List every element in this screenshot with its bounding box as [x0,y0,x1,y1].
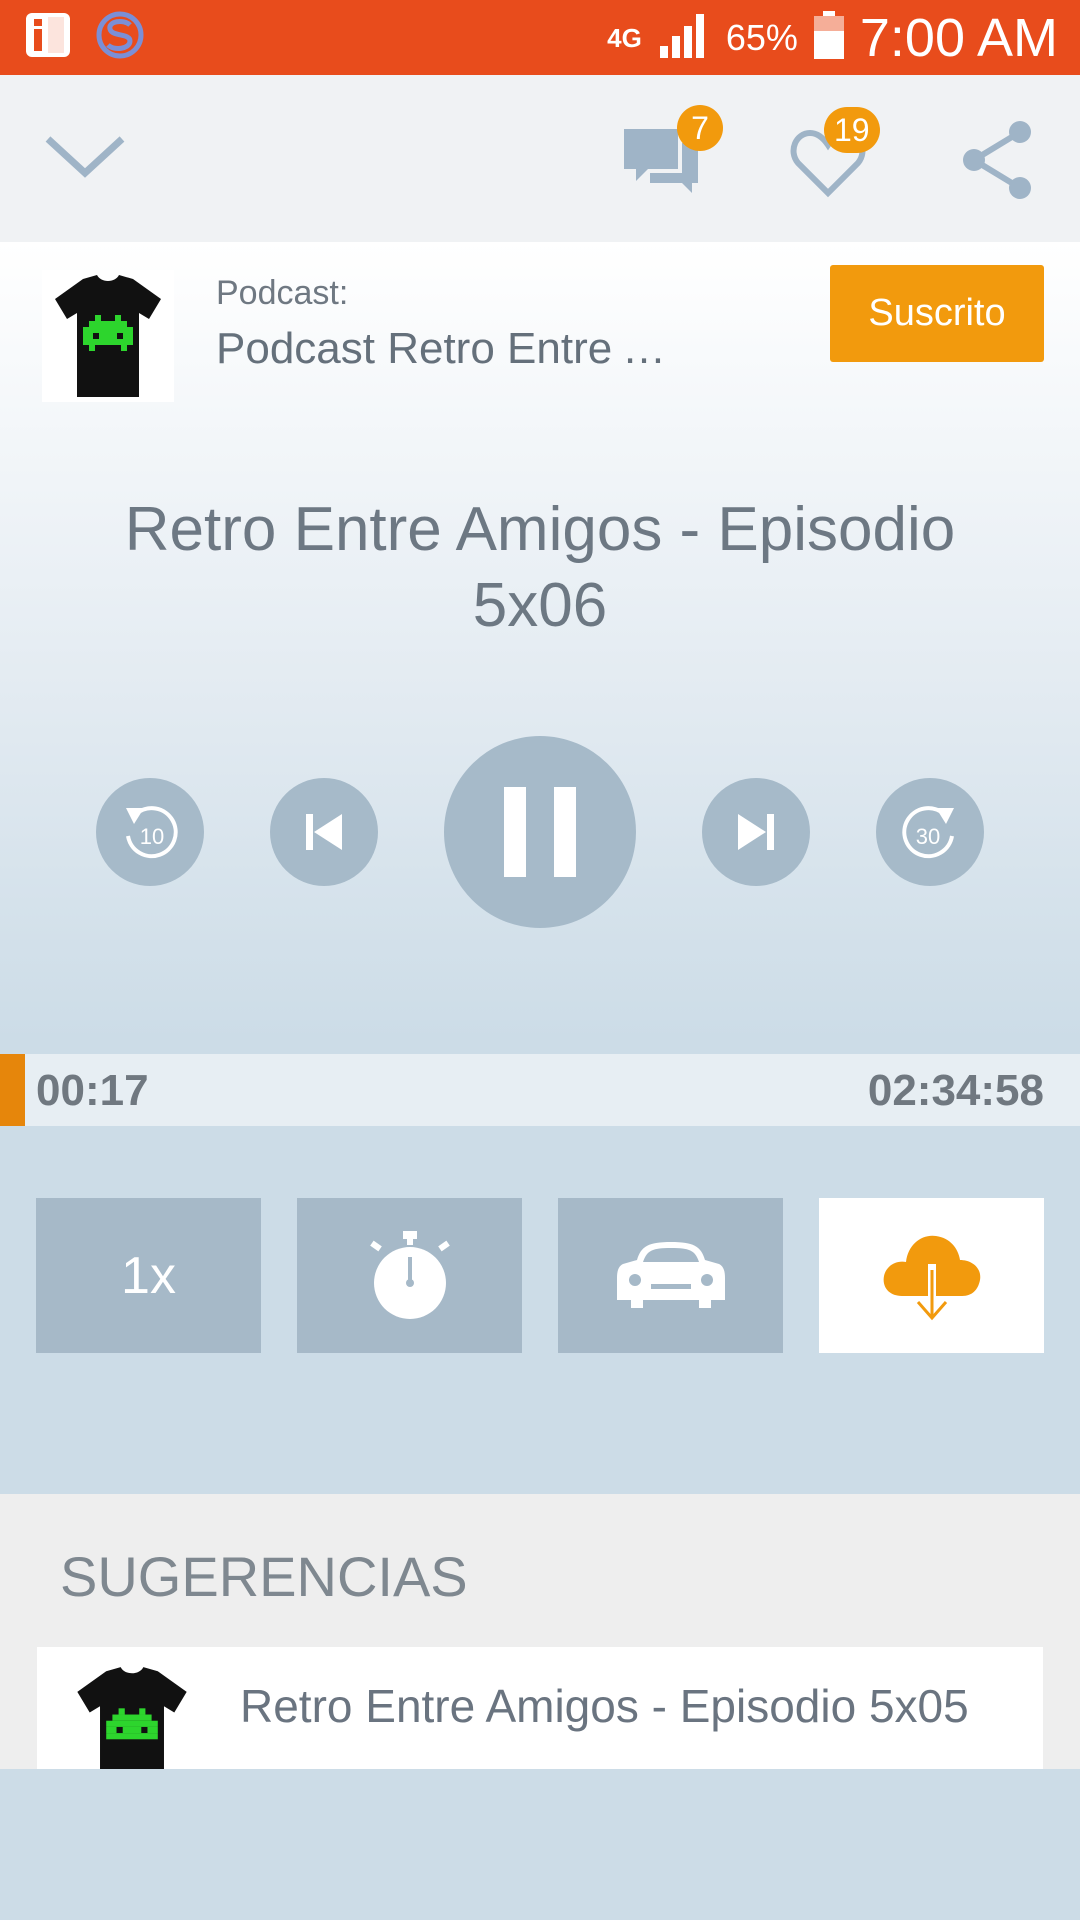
sleep-timer-button[interactable] [297,1198,522,1353]
heart-outline-icon [790,129,866,203]
like-button[interactable]: 19 [790,107,880,207]
info-notification-icon [26,13,70,62]
chevron-down-icon [40,136,130,189]
likes-count-badge: 19 [824,107,880,153]
suggestion-thumbnail [67,1665,197,1769]
playback-speed-button[interactable]: 1x [36,1198,261,1353]
player-panel: Podcast: Podcast Retro Entre Amigos Susc… [0,242,1080,1494]
player-toolbar: 7 19 [0,75,1080,242]
pause-button[interactable] [444,736,636,928]
stopwatch-icon [369,1230,450,1319]
previous-button[interactable] [270,778,378,886]
seek-bar[interactable]: 00:17 02:34:58 [0,1054,1080,1126]
forward-seconds: 30 [916,824,940,849]
rewind-seconds: 10 [140,824,164,849]
car-mode-button[interactable] [558,1198,783,1353]
share-icon [960,121,1032,204]
next-button[interactable] [702,778,810,886]
chat-bubbles-icon [622,129,702,209]
battery-icon [813,11,844,64]
rewind-icon: 10 [126,806,178,859]
car-icon [616,1241,725,1308]
status-bar: 4G 65% 7:00 AM [0,0,1080,75]
share-button[interactable] [960,120,1040,200]
subscribe-button[interactable]: Suscrito [830,265,1044,362]
suggestion-item[interactable]: Retro Entre Amigos - Episodio 5x05 [37,1647,1043,1769]
download-button[interactable] [819,1198,1044,1353]
bottom-background [0,1769,1080,1920]
rewind-button[interactable]: 10 [96,778,204,886]
total-time: 02:34:58 [867,1066,1044,1115]
skip-previous-icon [306,814,342,850]
comments-count-badge: 7 [677,105,723,151]
suggestion-title: Retro Entre Amigos - Episodio 5x05 [240,1680,969,1732]
network-type-indicator: 4G [607,22,642,53]
suggestions-title: SUGERENCIAS [60,1545,468,1608]
cloud-download-icon [883,1235,980,1320]
playback-speed-label: 1x [121,1246,176,1305]
suggestions-section: SUGERENCIAS Retro Entre Amigos - Episodi… [0,1494,1080,1769]
skip-next-icon [738,814,774,850]
tshirt-thumbnail-image [77,1667,187,1769]
podcast-name[interactable]: Podcast Retro Entre Amigos [216,324,686,374]
current-time: 00:17 [36,1066,149,1115]
collapse-button[interactable] [40,125,130,190]
clock: 7:00 AM [859,7,1058,68]
battery-percent: 65% [725,16,798,58]
forward-button[interactable]: 30 [876,778,984,886]
comments-button[interactable]: 7 [622,105,723,205]
podcast-label: Podcast: [216,274,349,312]
tshirt-cover-image [55,275,161,397]
pause-icon [504,787,576,877]
signal-icon [658,12,710,63]
app-s-notification-icon [96,11,144,64]
episode-title: Retro Entre Amigos - Episodio 5x06 [124,495,956,640]
seek-progress-fill [0,1054,25,1126]
forward-icon: 30 [902,806,954,859]
podcast-cover[interactable] [42,270,174,402]
